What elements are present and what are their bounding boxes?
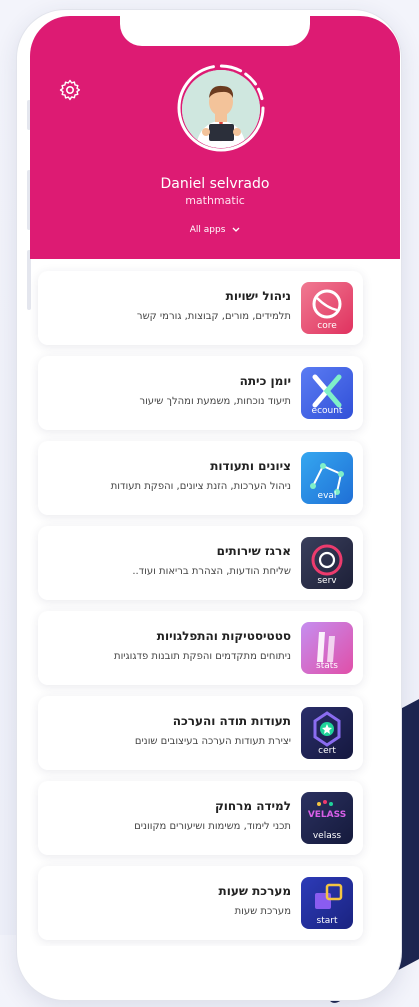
app-title: יומן כיתה <box>239 374 291 388</box>
app-title: סטטיסטיקות והתפלגויות <box>156 629 291 643</box>
ecount-icon-label: ecount <box>311 406 343 416</box>
app-card-stats[interactable]: stats סטטיסטיקות והתפלגויות ניתוחים מתקד… <box>38 611 363 685</box>
app-card-vclass[interactable]: VELASS velass למידה מרחוק תכני לימוד, מש… <box>38 781 363 855</box>
core-icon-label: core <box>317 321 337 331</box>
start-app-icon: start <box>301 877 353 929</box>
app-description: יצירת תעודות הערכה בעיצובים שונים <box>134 736 291 747</box>
teacher-avatar-illustration <box>182 70 260 148</box>
app-description: תיעוד נוכחות, משמעת ומהלך שיעור <box>139 396 291 407</box>
app-title: ניהול ישויות <box>225 289 291 303</box>
app-description: ניתוחים מתקדמים והפקת תובנות פדגוגיות <box>114 651 291 662</box>
vclass-icon-label: velass <box>312 831 342 841</box>
app-description: תכני לימוד, משימות ושיעורים מקוונים <box>134 821 291 832</box>
chevron-down-icon <box>232 227 240 232</box>
app-description: תלמידים, מורים, קבוצות, גורמי קשר <box>136 311 291 322</box>
app-card-ecount[interactable]: ecount יומן כיתה תיעוד נוכחות, משמעת ומה… <box>38 356 363 430</box>
app-title: למידה מרחוק <box>214 799 291 813</box>
cert-icon-label: cert <box>318 746 336 756</box>
stats-app-icon: stats <box>301 622 353 674</box>
eval-app-icon: eval <box>301 452 353 504</box>
app-card-core[interactable]: core ניהול ישויות תלמידים, מורים, קבוצות… <box>38 271 363 345</box>
all-apps-label: All apps <box>189 225 226 235</box>
gear-icon[interactable] <box>58 78 82 102</box>
stats-icon-label: stats <box>316 661 338 671</box>
vclass-icon-badge: VELASS <box>307 810 347 820</box>
all-apps-dropdown[interactable]: All apps <box>30 225 400 235</box>
serv-icon-label: serv <box>317 576 337 586</box>
app-title: מערכת שעות <box>218 884 291 898</box>
app-screen: Daniel selvrado mathmatic All apps core … <box>30 16 400 946</box>
app-card-cert[interactable]: cert תעודות תודה והערכה יצירת תעודות הער… <box>38 696 363 770</box>
app-title: ציונים ותעודות <box>210 459 291 473</box>
user-name: Daniel selvrado <box>160 176 270 192</box>
vclass-app-icon: VELASS velass <box>301 792 353 844</box>
user-role: mathmatic <box>185 194 245 207</box>
eval-icon-label: eval <box>317 491 337 501</box>
profile-header: Daniel selvrado mathmatic All apps <box>30 16 400 259</box>
app-description: ניהול הערכות, הזנת ציונים, והפקת תעודות <box>110 481 291 492</box>
cert-app-icon: cert <box>301 707 353 759</box>
app-card-start[interactable]: start מערכת שעות מערכת שעות <box>38 866 363 940</box>
app-card-serv[interactable]: serv ארגז שירותים שליחת הודעות, הצהרת בר… <box>38 526 363 600</box>
avatar[interactable] <box>182 70 260 148</box>
core-app-icon: core <box>301 282 353 334</box>
app-list: core ניהול ישויות תלמידים, מורים, קבוצות… <box>38 271 363 946</box>
app-description: מערכת שעות <box>234 906 291 917</box>
serv-app-icon: serv <box>301 537 353 589</box>
start-icon-label: start <box>316 916 338 926</box>
app-description: שליחת הודעות, הצהרת בריאות ועוד.. <box>132 566 291 577</box>
ecount-app-icon: ecount <box>301 367 353 419</box>
app-card-eval[interactable]: eval ציונים ותעודות ניהול הערכות, הזנת צ… <box>38 441 363 515</box>
phone-notch <box>120 16 310 46</box>
app-title: ארגז שירותים <box>216 544 291 558</box>
app-title: תעודות תודה והערכה <box>172 714 291 728</box>
